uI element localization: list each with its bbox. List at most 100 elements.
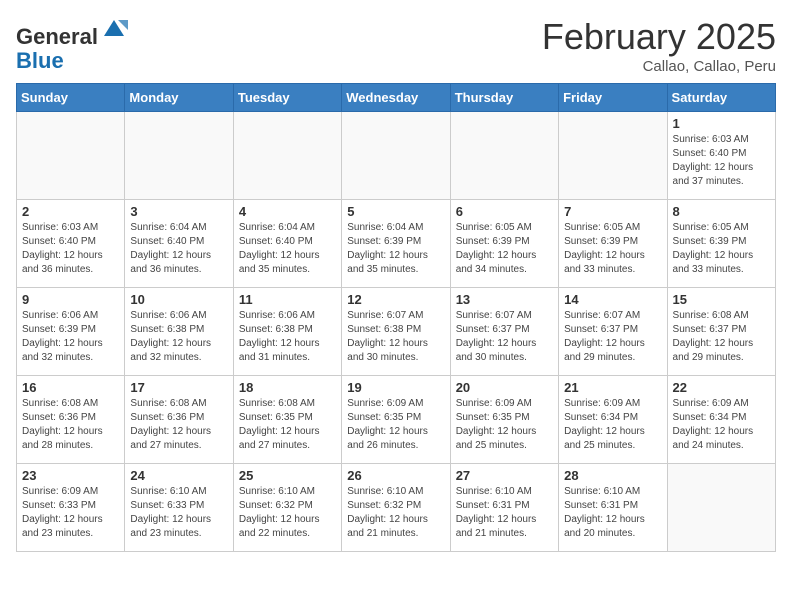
title-block: February 2025 Callao, Callao, Peru — [542, 16, 776, 75]
day-info: Sunrise: 6:10 AM Sunset: 6:31 PM Dayligh… — [564, 485, 661, 541]
day-info: Sunrise: 6:08 AM Sunset: 6:35 PM Dayligh… — [239, 397, 336, 453]
calendar-cell: 6 Sunrise: 6:05 AM Sunset: 6:39 PM Daylig… — [450, 200, 558, 288]
day-info: Sunrise: 6:08 AM Sunset: 6:36 PM Dayligh… — [130, 397, 227, 453]
day-number: 14 — [564, 292, 661, 307]
day-info: Sunrise: 6:03 AM Sunset: 6:40 PM Dayligh… — [673, 133, 770, 189]
day-info: Sunrise: 6:09 AM Sunset: 6:34 PM Dayligh… — [673, 397, 770, 453]
calendar-cell: 21 Sunrise: 6:09 AM Sunset: 6:34 PM Dayli… — [559, 376, 667, 464]
calendar-cell: 10 Sunrise: 6:06 AM Sunset: 6:38 PM Dayli… — [125, 288, 233, 376]
day-info: Sunrise: 6:04 AM Sunset: 6:40 PM Dayligh… — [130, 221, 227, 277]
calendar-cell: 13 Sunrise: 6:07 AM Sunset: 6:37 PM Dayli… — [450, 288, 558, 376]
day-number: 1 — [673, 116, 770, 131]
calendar-cell: 25 Sunrise: 6:10 AM Sunset: 6:32 PM Dayli… — [233, 464, 341, 552]
day-number: 20 — [456, 380, 553, 395]
calendar-cell: 17 Sunrise: 6:08 AM Sunset: 6:36 PM Dayli… — [125, 376, 233, 464]
day-info: Sunrise: 6:08 AM Sunset: 6:37 PM Dayligh… — [673, 309, 770, 365]
calendar-cell: 15 Sunrise: 6:08 AM Sunset: 6:37 PM Dayli… — [667, 288, 775, 376]
month-year-title: February 2025 — [542, 16, 776, 58]
calendar-cell — [450, 112, 558, 200]
day-info: Sunrise: 6:07 AM Sunset: 6:38 PM Dayligh… — [347, 309, 444, 365]
day-number: 18 — [239, 380, 336, 395]
calendar-cell: 22 Sunrise: 6:09 AM Sunset: 6:34 PM Dayli… — [667, 376, 775, 464]
calendar-cell: 23 Sunrise: 6:09 AM Sunset: 6:33 PM Dayli… — [17, 464, 125, 552]
calendar-cell — [233, 112, 341, 200]
weekday-header-row: SundayMondayTuesdayWednesdayThursdayFrid… — [17, 84, 776, 112]
calendar-cell: 2Sunrise: 6:03 AM Sunset: 6:40 PM Daylig… — [17, 200, 125, 288]
calendar-cell: 1 Sunrise: 6:03 AM Sunset: 6:40 PM Daylig… — [667, 112, 775, 200]
day-info: Sunrise: 6:09 AM Sunset: 6:34 PM Dayligh… — [564, 397, 661, 453]
day-info: Sunrise: 6:04 AM Sunset: 6:40 PM Dayligh… — [239, 221, 336, 277]
calendar-cell: 11 Sunrise: 6:06 AM Sunset: 6:38 PM Dayli… — [233, 288, 341, 376]
day-number: 12 — [347, 292, 444, 307]
weekday-header-wednesday: Wednesday — [342, 84, 450, 112]
day-info: Sunrise: 6:06 AM Sunset: 6:39 PM Dayligh… — [22, 309, 119, 365]
logo-icon — [100, 16, 128, 44]
day-number: 8 — [673, 204, 770, 219]
day-number: 21 — [564, 380, 661, 395]
weekday-header-friday: Friday — [559, 84, 667, 112]
calendar-cell — [559, 112, 667, 200]
calendar-cell: 12 Sunrise: 6:07 AM Sunset: 6:38 PM Dayli… — [342, 288, 450, 376]
day-info: Sunrise: 6:10 AM Sunset: 6:32 PM Dayligh… — [347, 485, 444, 541]
calendar-week-row: 23 Sunrise: 6:09 AM Sunset: 6:33 PM Dayli… — [17, 464, 776, 552]
calendar-cell: 27Sunrise: 6:10 AM Sunset: 6:31 PM Dayli… — [450, 464, 558, 552]
day-info: Sunrise: 6:09 AM Sunset: 6:35 PM Dayligh… — [347, 397, 444, 453]
calendar-cell: 28 Sunrise: 6:10 AM Sunset: 6:31 PM Dayli… — [559, 464, 667, 552]
day-number: 26 — [347, 468, 444, 483]
calendar-cell: 9Sunrise: 6:06 AM Sunset: 6:39 PM Daylig… — [17, 288, 125, 376]
logo: General Blue — [16, 16, 128, 73]
day-number: 22 — [673, 380, 770, 395]
calendar-cell: 3 Sunrise: 6:04 AM Sunset: 6:40 PM Daylig… — [125, 200, 233, 288]
day-info: Sunrise: 6:03 AM Sunset: 6:40 PM Dayligh… — [22, 221, 119, 277]
weekday-header-monday: Monday — [125, 84, 233, 112]
calendar-cell — [342, 112, 450, 200]
day-info: Sunrise: 6:06 AM Sunset: 6:38 PM Dayligh… — [239, 309, 336, 365]
day-info: Sunrise: 6:06 AM Sunset: 6:38 PM Dayligh… — [130, 309, 227, 365]
calendar-cell: 16 Sunrise: 6:08 AM Sunset: 6:36 PM Dayli… — [17, 376, 125, 464]
logo-blue-text: Blue — [16, 48, 64, 73]
weekday-header-sunday: Sunday — [17, 84, 125, 112]
calendar-cell: 4Sunrise: 6:04 AM Sunset: 6:40 PM Daylig… — [233, 200, 341, 288]
day-number: 13 — [456, 292, 553, 307]
day-number: 10 — [130, 292, 227, 307]
day-info: Sunrise: 6:05 AM Sunset: 6:39 PM Dayligh… — [564, 221, 661, 277]
calendar-cell: 20 Sunrise: 6:09 AM Sunset: 6:35 PM Dayli… — [450, 376, 558, 464]
day-info: Sunrise: 6:09 AM Sunset: 6:33 PM Dayligh… — [22, 485, 119, 541]
calendar-cell — [667, 464, 775, 552]
day-info: Sunrise: 6:08 AM Sunset: 6:36 PM Dayligh… — [22, 397, 119, 453]
page-header: General Blue February 2025 Callao, Calla… — [16, 16, 776, 75]
weekday-header-thursday: Thursday — [450, 84, 558, 112]
day-number: 25 — [239, 468, 336, 483]
calendar-cell: 5Sunrise: 6:04 AM Sunset: 6:39 PM Daylig… — [342, 200, 450, 288]
day-info: Sunrise: 6:05 AM Sunset: 6:39 PM Dayligh… — [673, 221, 770, 277]
day-number: 16 — [22, 380, 119, 395]
day-number: 11 — [239, 292, 336, 307]
calendar-cell — [125, 112, 233, 200]
calendar-week-row: 1 Sunrise: 6:03 AM Sunset: 6:40 PM Daylig… — [17, 112, 776, 200]
calendar-cell: 8 Sunrise: 6:05 AM Sunset: 6:39 PM Daylig… — [667, 200, 775, 288]
calendar-cell — [17, 112, 125, 200]
calendar-cell: 14 Sunrise: 6:07 AM Sunset: 6:37 PM Dayli… — [559, 288, 667, 376]
weekday-header-tuesday: Tuesday — [233, 84, 341, 112]
day-number: 17 — [130, 380, 227, 395]
day-number: 19 — [347, 380, 444, 395]
calendar-cell: 18 Sunrise: 6:08 AM Sunset: 6:35 PM Dayli… — [233, 376, 341, 464]
day-number: 6 — [456, 204, 553, 219]
calendar-cell: 24Sunrise: 6:10 AM Sunset: 6:33 PM Dayli… — [125, 464, 233, 552]
day-number: 28 — [564, 468, 661, 483]
day-info: Sunrise: 6:10 AM Sunset: 6:33 PM Dayligh… — [130, 485, 227, 541]
calendar-week-row: 16 Sunrise: 6:08 AM Sunset: 6:36 PM Dayli… — [17, 376, 776, 464]
day-info: Sunrise: 6:09 AM Sunset: 6:35 PM Dayligh… — [456, 397, 553, 453]
logo-general-text: General — [16, 24, 98, 49]
day-number: 3 — [130, 204, 227, 219]
day-info: Sunrise: 6:05 AM Sunset: 6:39 PM Dayligh… — [456, 221, 553, 277]
day-number: 15 — [673, 292, 770, 307]
day-info: Sunrise: 6:07 AM Sunset: 6:37 PM Dayligh… — [456, 309, 553, 365]
day-info: Sunrise: 6:10 AM Sunset: 6:32 PM Dayligh… — [239, 485, 336, 541]
day-info: Sunrise: 6:07 AM Sunset: 6:37 PM Dayligh… — [564, 309, 661, 365]
day-number: 23 — [22, 468, 119, 483]
day-number: 5 — [347, 204, 444, 219]
calendar-week-row: 2Sunrise: 6:03 AM Sunset: 6:40 PM Daylig… — [17, 200, 776, 288]
calendar-cell: 26 Sunrise: 6:10 AM Sunset: 6:32 PM Dayli… — [342, 464, 450, 552]
calendar-table: SundayMondayTuesdayWednesdayThursdayFrid… — [16, 83, 776, 552]
